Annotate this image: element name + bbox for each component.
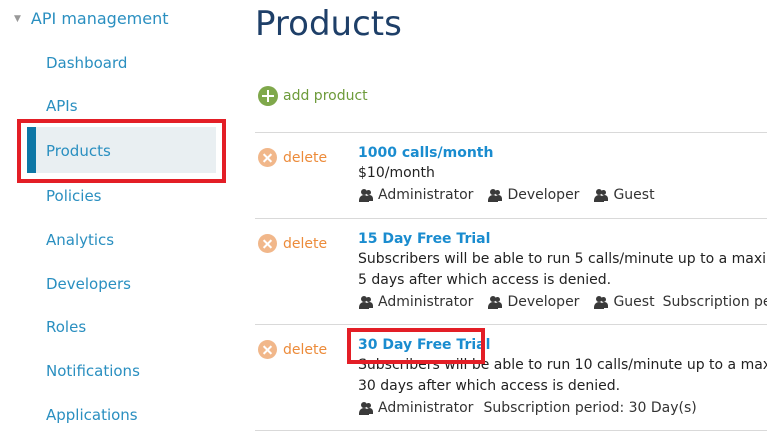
sidebar-item-roles[interactable]: Roles <box>46 318 86 336</box>
highlight-box-30-day-trial <box>347 328 485 364</box>
group-administrator: Administrator <box>358 400 473 416</box>
add-product-button[interactable]: add product <box>258 86 368 106</box>
nav-api-management[interactable]: ▼ API management <box>14 9 169 28</box>
group-developer: Developer <box>487 294 579 310</box>
product-groups: Administrator Subscription period: 30 Da… <box>358 400 697 416</box>
user-group-icon <box>358 401 373 415</box>
nav-root-label: API management <box>30 9 169 28</box>
sidebar-item-dashboard[interactable]: Dashboard <box>46 54 127 72</box>
group-administrator: Administrator <box>358 294 473 310</box>
product-row: delete 1000 calls/month $10/month Admini… <box>255 132 767 218</box>
delete-button[interactable]: delete <box>258 234 327 253</box>
x-circle-icon <box>258 148 277 167</box>
sidebar: ▼ API management Dashboard APIs Products… <box>0 0 240 435</box>
delete-button[interactable]: delete <box>258 340 327 359</box>
group-administrator: Administrator <box>358 187 473 203</box>
group-guest: Guest <box>593 187 655 203</box>
delete-label: delete <box>283 235 328 252</box>
sidebar-item-apis[interactable]: APIs <box>46 97 78 115</box>
product-description-line-2: 30 days after which access is denied. <box>358 378 621 394</box>
sidebar-item-notifications[interactable]: Notifications <box>46 362 140 380</box>
product-description-line-1: Subscribers will be able to run 5 calls/… <box>358 251 767 267</box>
group-developer: Developer <box>487 187 579 203</box>
x-circle-icon <box>258 234 277 253</box>
sidebar-item-applications[interactable]: Applications <box>46 406 138 424</box>
delete-button[interactable]: delete <box>258 148 327 167</box>
user-group-icon <box>487 188 503 202</box>
user-group-icon <box>593 295 609 309</box>
page-title: Products <box>255 4 402 44</box>
user-group-icon <box>487 295 503 309</box>
subscription-period: Subscription perio <box>662 294 767 310</box>
product-row: delete 30 Day Free Trial Subscribers wil… <box>255 324 767 430</box>
product-description-line-2: 5 days after which access is denied. <box>358 272 612 288</box>
user-group-icon <box>358 295 373 309</box>
triangle-down-icon: ▼ <box>14 13 21 24</box>
product-row: delete 15 Day Free Trial Subscribers wil… <box>255 218 767 324</box>
sidebar-item-analytics[interactable]: Analytics <box>46 231 114 249</box>
sidebar-item-developers[interactable]: Developers <box>46 275 131 293</box>
delete-label: delete <box>283 341 328 358</box>
x-circle-icon <box>258 340 277 359</box>
product-name-link[interactable]: 1000 calls/month <box>358 145 493 161</box>
group-guest: Guest <box>593 294 655 310</box>
product-description: $10/month <box>358 165 435 181</box>
product-name-link[interactable]: 15 Day Free Trial <box>358 231 490 247</box>
delete-label: delete <box>283 149 328 166</box>
user-group-icon <box>593 188 609 202</box>
add-product-label: add product <box>283 88 368 104</box>
user-group-icon <box>358 188 373 202</box>
plus-circle-icon <box>258 86 278 106</box>
divider <box>255 430 767 431</box>
product-groups: Administrator Developer Guest <box>358 187 669 203</box>
sidebar-item-products[interactable]: Products <box>46 142 111 160</box>
subscription-period: Subscription period: 30 Day(s) <box>483 400 697 416</box>
sidebar-item-policies[interactable]: Policies <box>46 187 101 205</box>
product-groups: Administrator Developer Guest Subscripti… <box>358 294 767 310</box>
